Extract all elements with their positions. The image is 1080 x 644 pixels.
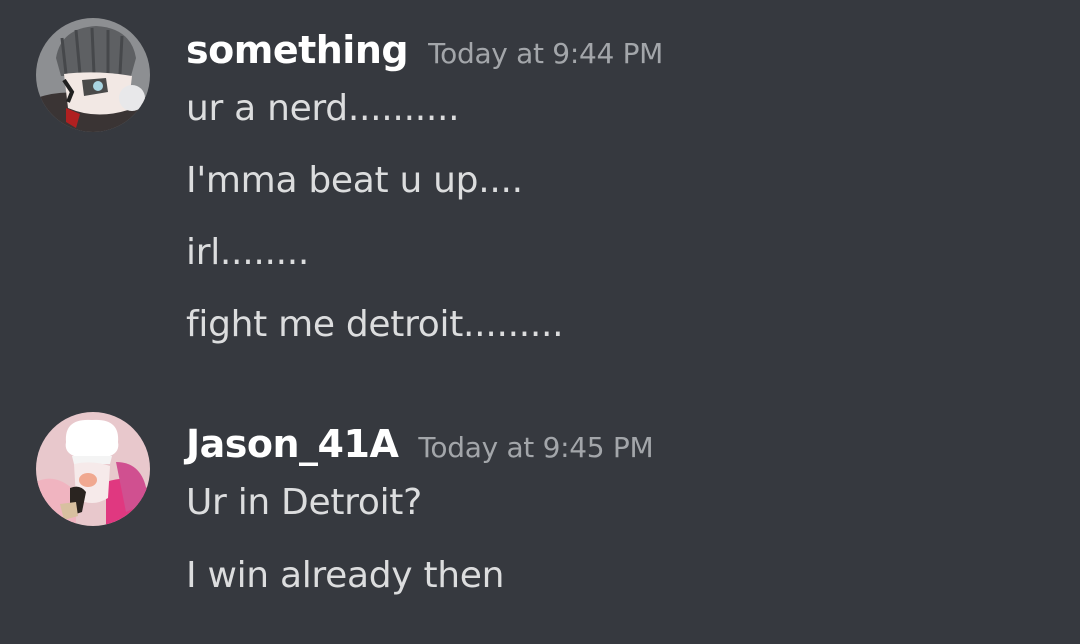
message-text: irl........ (186, 232, 310, 273)
timestamp[interactable]: Today at 9:44 PM (428, 37, 663, 70)
message-text: Ur in Detroit? (186, 482, 422, 523)
avatar[interactable] (36, 18, 150, 132)
gray-beanie-character-avatar-icon (36, 18, 150, 132)
chef-hat-character-avatar-icon (36, 412, 150, 526)
avatar[interactable] (36, 412, 150, 526)
message-header: Jason_41A Today at 9:45 PM (186, 422, 654, 466)
message-text: ur a nerd.......... (186, 88, 460, 129)
message-text: fight me detroit......... (186, 304, 564, 345)
message-text: I'mma beat u up.... (186, 160, 523, 201)
timestamp[interactable]: Today at 9:45 PM (418, 431, 653, 464)
username[interactable]: Jason_41A (186, 422, 399, 466)
message-header: something Today at 9:44 PM (186, 28, 663, 72)
username[interactable]: something (186, 28, 409, 72)
message-text: I win already then (186, 555, 505, 596)
